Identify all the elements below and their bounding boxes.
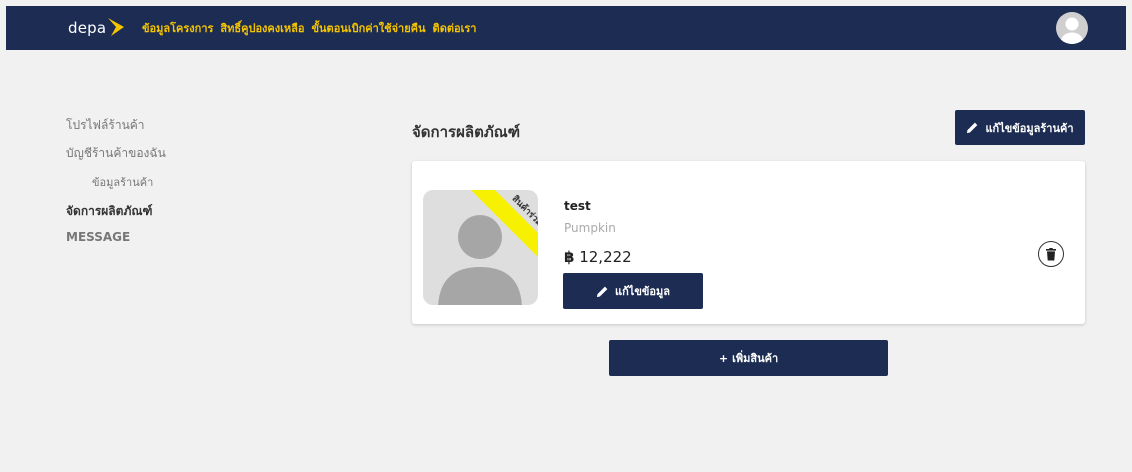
edit-shop-label: แก้ไขข้อมูลร้านค้า — [985, 121, 1074, 135]
delete-product-button[interactable] — [1038, 241, 1064, 267]
sidebar-item-my-shop-account[interactable]: บัญชีร้านค้าของฉัน — [66, 144, 166, 163]
nav-links: ข้อมูลโครงการ สิทธิ์คูปองคงเหลือ ขั้นตอน… — [142, 19, 476, 37]
add-product-button[interactable]: + เพิ่มสินค้า — [609, 340, 888, 376]
pencil-icon — [967, 122, 978, 134]
page-title: จัดการผลิตภัณฑ์ — [412, 123, 521, 141]
nav-link-project-info[interactable]: ข้อมูลโครงการ — [142, 19, 213, 37]
trash-icon — [1046, 247, 1056, 260]
edit-shop-button[interactable]: แก้ไขข้อมูลร้านค้า — [955, 110, 1085, 145]
add-product-label: เพิ่มสินค้า — [732, 352, 779, 365]
edit-product-button[interactable]: แก้ไขข้อมูล — [563, 273, 703, 309]
sidebar-item-message[interactable]: MESSAGE — [66, 230, 130, 244]
product-image: สินค้าร่วมโครงการ — [423, 190, 538, 305]
nav-link-reimbursement-steps[interactable]: ขั้นตอนเบิกค่าใช้จ่ายคืน — [312, 19, 426, 37]
top-navbar: depa ข้อมูลโครงการ สิทธิ์คูปองคงเหลือ ขั… — [6, 6, 1126, 50]
avatar-silhouette-icon — [1061, 17, 1083, 44]
nav-link-contact[interactable]: ติดต่อเรา — [433, 19, 477, 37]
add-prefix: + — [718, 351, 729, 365]
product-card: สินค้าร่วมโครงการ test Pumpkin ฿ 12,222 … — [412, 161, 1085, 324]
pencil-icon — [596, 286, 608, 297]
logo-text: depa — [68, 19, 107, 37]
depa-logo[interactable]: depa — [68, 18, 125, 38]
logo-arrow-icon — [108, 18, 125, 36]
edit-product-label: แก้ไขข้อมูล — [615, 285, 670, 298]
price-value: 12,222 — [579, 248, 632, 266]
currency-symbol: ฿ — [564, 248, 575, 266]
product-name: test — [564, 199, 591, 213]
sidebar-item-shop-profile[interactable]: โปรไฟล์ร้านค้า — [66, 116, 145, 135]
sidebar-item-shop-info[interactable]: ข้อมูลร้านค้า — [92, 173, 153, 191]
nav-link-coupon-balance[interactable]: สิทธิ์คูปองคงเหลือ — [220, 19, 304, 37]
product-shop-name: Pumpkin — [564, 221, 616, 235]
product-price: ฿ 12,222 — [564, 248, 632, 266]
user-avatar-icon[interactable] — [1056, 12, 1088, 44]
sidebar-item-manage-products[interactable]: จัดการผลิตภัณฑ์ — [66, 202, 152, 221]
